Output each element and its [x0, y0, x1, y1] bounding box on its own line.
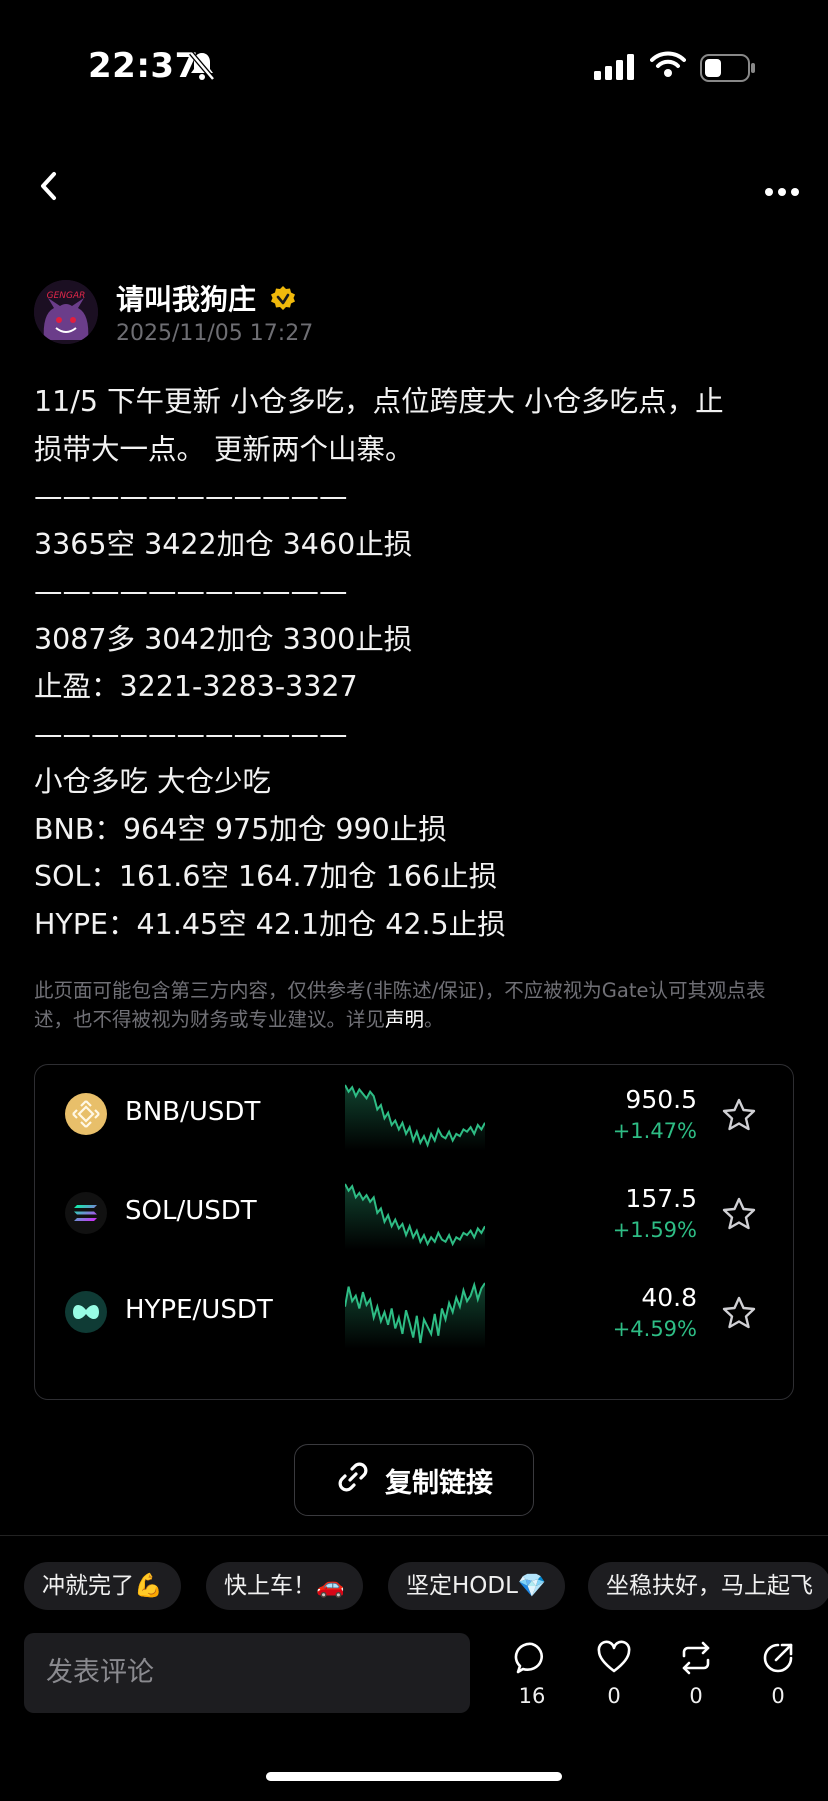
ticker-change: +4.59%: [612, 1317, 697, 1341]
tickers-card: BNB/USDT 950.5 +1.47% SOL/USDT 157.5 +1.…: [34, 1064, 794, 1400]
battery-icon: [700, 54, 756, 86]
comment-action[interactable]: 16: [502, 1640, 562, 1708]
post-line: 11/5 下午更新 小仓多吃，点位跨度大 小仓多吃点，止: [34, 385, 724, 418]
disclaimer-end: 。: [424, 1008, 444, 1031]
cellular-signal-icon: [594, 54, 636, 84]
hype-coin-icon: [65, 1291, 107, 1333]
star-icon[interactable]: [721, 1097, 757, 1137]
ticker-pair: BNB/USDT: [125, 1097, 261, 1127]
ticker-price: 950.5: [625, 1085, 697, 1114]
post-line: ———————————: [34, 717, 348, 751]
heart-icon: [596, 1640, 632, 1680]
post-date: 2025/11/05 17:27: [116, 321, 314, 346]
post-line: SOL：161.6空 164.7加仓 166止损: [34, 860, 498, 893]
ticker-row[interactable]: BNB/USDT 950.5 +1.47%: [35, 1065, 795, 1164]
star-icon[interactable]: [721, 1196, 757, 1236]
divider: [0, 1535, 828, 1536]
wifi-icon: [650, 50, 686, 82]
post-line: 3365空 3422加仓 3460止损: [34, 527, 413, 561]
post-line: 3087多 3042加仓 3300止损: [34, 622, 413, 656]
bnb-coin-icon: [65, 1093, 107, 1135]
post-line: 止盈：3221-3283-3327: [34, 670, 358, 703]
ticker-row[interactable]: SOL/USDT 157.5 +1.59%: [35, 1164, 795, 1263]
ticker-price: 157.5: [625, 1184, 697, 1213]
post-body: 11/5 下午更新 小仓多吃，点位跨度大 小仓多吃点，止 损带大一点。 更新两个…: [34, 378, 804, 948]
like-count: 0: [607, 1684, 621, 1708]
ticker-change: +1.47%: [612, 1119, 697, 1143]
post-line: BNB：964空 975加仓 990止损: [34, 812, 447, 846]
quick-reply-chip[interactable]: 坚定HODL💎: [388, 1562, 565, 1610]
comment-input[interactable]: 发表评论: [24, 1633, 470, 1713]
post-line: 损带大一点。 更新两个山寨。: [34, 432, 414, 466]
like-action[interactable]: 0: [584, 1640, 644, 1708]
post-line: 小仓多吃 大仓少吃: [34, 765, 272, 798]
disclaimer: 此页面可能包含第三方内容，仅供参考(非陈述/保证)，不应被视为Gate认可其观点…: [34, 976, 794, 1034]
star-icon[interactable]: [721, 1295, 757, 1335]
bell-muted-icon: [188, 50, 216, 86]
share-action[interactable]: 0: [748, 1640, 808, 1708]
post-line: ———————————: [34, 575, 348, 608]
quick-replies: 冲就完了💪 快上车！🚗 坚定HODL💎 坐稳扶好，马上起飞: [24, 1562, 828, 1612]
quick-reply-chip[interactable]: 冲就完了💪: [24, 1562, 181, 1610]
comment-count: 16: [518, 1684, 546, 1708]
disclaimer-link[interactable]: 声明: [385, 1008, 424, 1031]
home-indicator: [266, 1772, 562, 1781]
ticker-sparkline: [345, 1183, 485, 1250]
comment-bubble-icon: [514, 1642, 550, 1680]
back-arrow-icon[interactable]: [36, 168, 62, 208]
ticker-pair: SOL/USDT: [125, 1196, 257, 1226]
copy-link-label: 复制链接: [385, 1467, 493, 1499]
ticker-sparkline: [345, 1281, 485, 1349]
share-count: 0: [771, 1684, 785, 1708]
post-line: ———————————: [34, 480, 348, 513]
sparkline-area: [345, 1184, 485, 1250]
more-options-icon[interactable]: [764, 182, 800, 201]
quick-reply-chip[interactable]: 坐稳扶好，马上起飞: [588, 1562, 828, 1610]
svg-text:GENGAR: GENGAR: [47, 291, 86, 301]
post-line: HYPE：41.45空 42.1加仓 42.5止损: [34, 907, 506, 941]
status-time: 22:37: [88, 46, 199, 86]
ticker-pair: HYPE/USDT: [125, 1295, 273, 1325]
share-icon: [760, 1643, 796, 1680]
quick-reply-chip[interactable]: 快上车！🚗: [206, 1562, 363, 1610]
verified-badge-icon: [270, 285, 296, 315]
repost-action[interactable]: 0: [666, 1640, 726, 1708]
ticker-price: 40.8: [641, 1283, 697, 1312]
ticker-row[interactable]: HYPE/USDT 40.8 +4.59%: [35, 1263, 795, 1362]
repost-count: 0: [689, 1684, 703, 1708]
ticker-sparkline: [345, 1084, 485, 1151]
avatar[interactable]: GENGAR: [34, 280, 98, 344]
sol-coin-icon: [65, 1192, 107, 1234]
ticker-change: +1.59%: [612, 1218, 697, 1242]
author-name[interactable]: 请叫我狗庄: [116, 278, 256, 318]
link-icon: [335, 1459, 371, 1502]
sparkline-area: [345, 1085, 485, 1151]
repost-icon: [678, 1641, 714, 1680]
copy-link-button[interactable]: 复制链接: [294, 1444, 534, 1516]
